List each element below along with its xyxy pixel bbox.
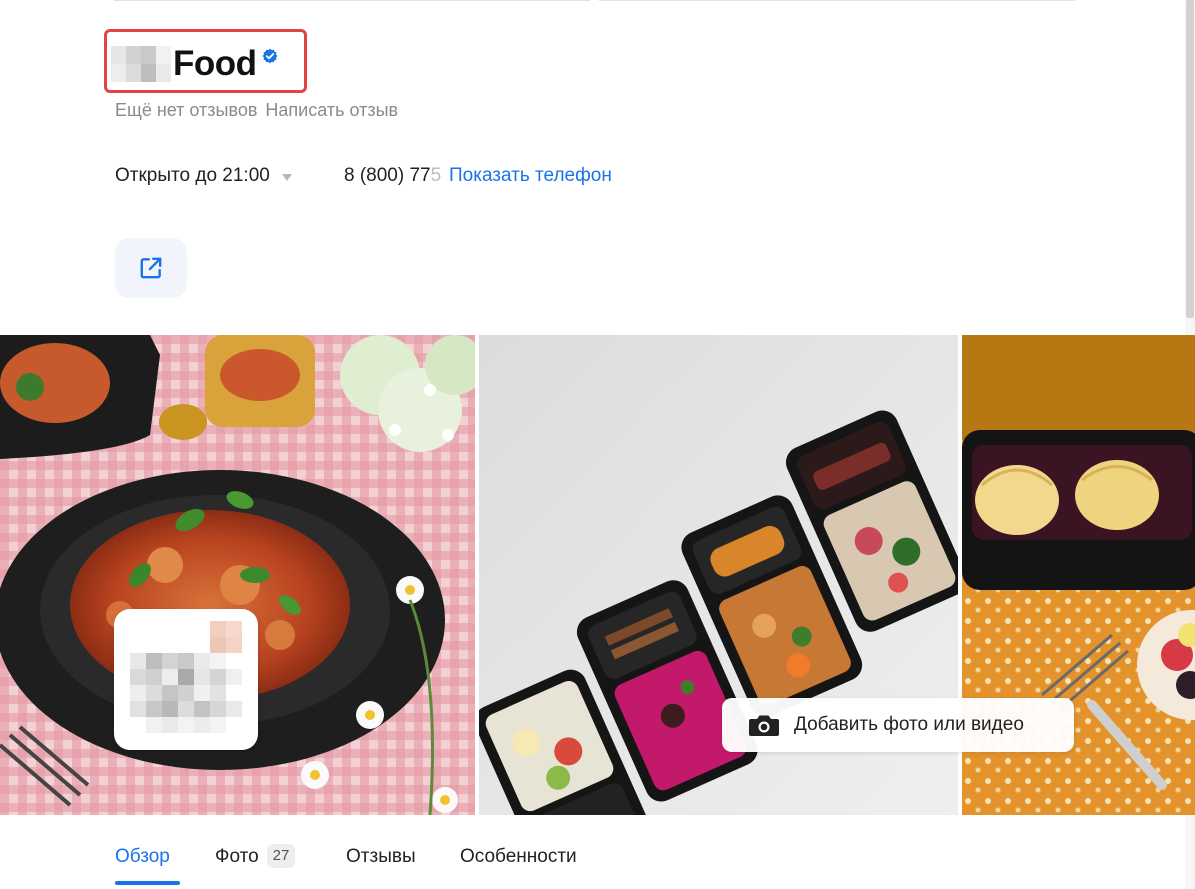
- active-tab-indicator: [115, 881, 180, 885]
- tab-reviews[interactable]: Отзывы: [346, 843, 416, 871]
- pixelated-company-name: [111, 46, 171, 82]
- chevron-down-icon: [281, 173, 292, 181]
- opening-hours-text: Открыто до 21:00: [115, 165, 270, 186]
- add-photo-label: Добавить фото или видео: [794, 714, 1024, 735]
- verified-badge-icon: [262, 48, 278, 64]
- add-photo-button[interactable]: Добавить фото или видео: [722, 698, 1074, 752]
- tab-photos[interactable]: Фото 27: [215, 843, 296, 871]
- company-logo-card: [114, 609, 258, 750]
- divider-left: [114, 0, 590, 1]
- tab-overview[interactable]: Обзор: [115, 843, 170, 871]
- company-title: Food: [173, 44, 257, 83]
- show-phone-link[interactable]: Показать телефон: [449, 164, 612, 188]
- scrollbar-thumb[interactable]: [1186, 0, 1194, 318]
- opening-hours-toggle[interactable]: Открыто до 21:00: [115, 164, 292, 188]
- tab-features[interactable]: Особенности: [460, 843, 577, 871]
- tab-photos-label: Фото: [215, 846, 259, 867]
- divider-right: [599, 0, 1075, 1]
- top-dividers: [114, 0, 1076, 2]
- share-button[interactable]: [115, 238, 187, 298]
- reviews-row: Ещё нет отзывов Написать отзыв: [115, 98, 398, 122]
- camera-icon: [749, 715, 779, 736]
- phone-number: 8 (800) 775 Показать телефон: [344, 164, 612, 188]
- no-reviews-text: Ещё нет отзывов: [115, 100, 258, 120]
- gallery-photo-pasta[interactable]: [0, 335, 475, 815]
- photo-count-badge: 27: [266, 844, 296, 868]
- write-review-link[interactable]: Написать отзыв: [265, 100, 398, 120]
- pixelated-logo: [130, 621, 242, 733]
- external-link-icon: [140, 257, 162, 279]
- contacts-row: Открыто до 21:00 8 (800) 775 Показать те…: [115, 164, 612, 188]
- phone-number-faded: 5: [430, 165, 442, 186]
- phone-number-visible: 8 (800) 77: [344, 165, 431, 186]
